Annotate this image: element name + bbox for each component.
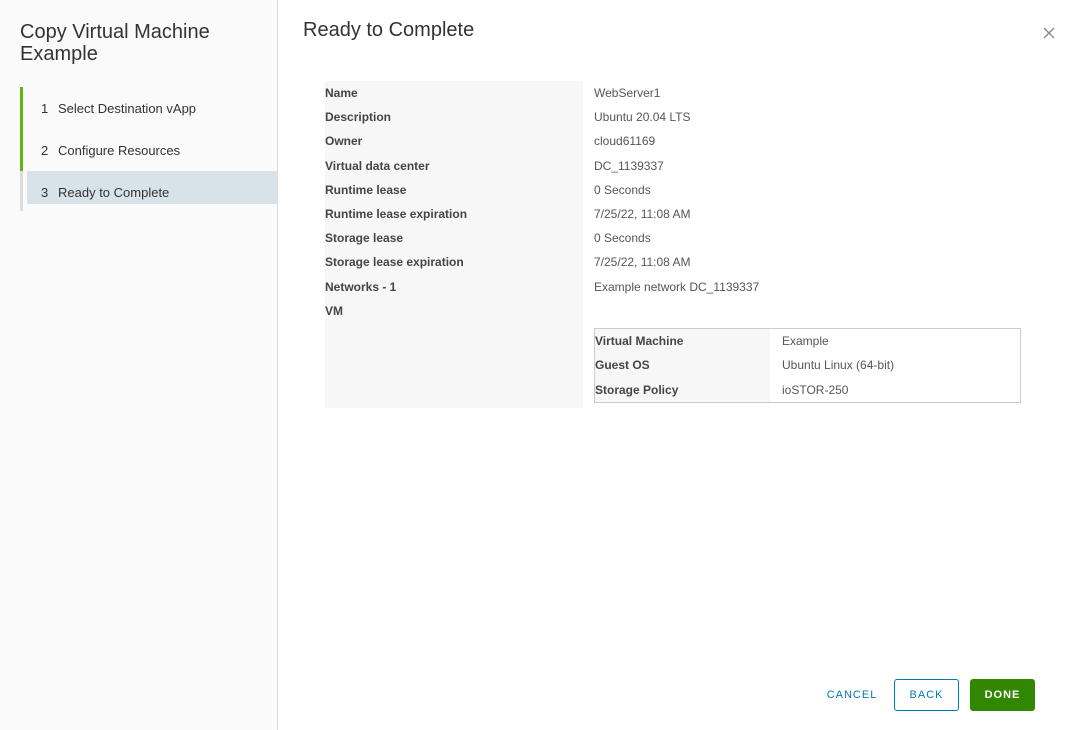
summary-value: cloud61169 [594,134,656,149]
summary-value: Ubuntu 20.04 LTS [594,110,691,125]
step-label: Configure Resources [58,142,181,158]
summary-key: VM [325,303,343,318]
summary-row-description: Description Ubuntu 20.04 LTS [325,105,1025,129]
vm-value: ioSTOR-250 [782,382,849,397]
vm-key: Storage Policy [595,382,679,397]
summary-value: 7/25/22, 11:08 AM [594,255,691,270]
step-progress-bar [20,171,23,211]
vm-row-guest-os: Guest OS Ubuntu Linux (64-bit) [595,353,1020,377]
summary-row-name: Name WebServer1 [325,81,1025,105]
vm-key: Guest OS [595,358,650,373]
summary-row-runtime-lease: Runtime lease 0 Seconds [325,178,1025,202]
close-icon[interactable] [1040,24,1058,42]
vm-key: Virtual Machine [595,334,684,349]
summary-row-runtime-lease-expiration: Runtime lease expiration 7/25/22, 11:08 … [325,202,1025,226]
step-label: Ready to Complete [58,184,170,200]
summary-key: Networks - 1 [325,279,397,294]
wizard-steps: 1 Select Destination vApp 2 Configure Re… [20,87,278,213]
step-configure-resources[interactable]: 2 Configure Resources [20,129,278,171]
summary-key: Storage lease expiration [325,255,464,270]
done-button[interactable]: DONE [970,679,1035,711]
summary-key: Name [325,86,358,101]
page-title: Ready to Complete [303,19,475,41]
back-button[interactable]: BACK [894,679,959,711]
summary-value: DC_1139337 [594,158,664,173]
summary-key: Runtime lease expiration [325,207,468,222]
summary-value: 0 Seconds [594,231,651,246]
step-label: Select Destination vApp [58,100,197,116]
summary-value: 0 Seconds [594,182,651,197]
vm-details-box: Virtual Machine Example Guest OS Ubuntu … [594,328,1021,403]
wizard-title: Copy Virtual Machine Example [20,21,210,65]
summary-row-storage-lease-expiration: Storage lease expiration 7/25/22, 11:08 … [325,250,1025,274]
step-number: 2 [41,142,49,158]
summary-key: Description [325,110,392,125]
summary-key: Owner [325,134,363,149]
summary-row-owner: Owner cloud61169 [325,129,1025,153]
summary-row-networks: Networks - 1 Example network DC_1139337 [325,275,1025,299]
step-progress-bar [20,87,23,129]
step-number: 1 [41,100,49,116]
summary-key: Runtime lease [325,182,407,197]
summary-key: Virtual data center [325,158,430,173]
step-number: 3 [41,184,49,200]
wizard-sidebar: Copy Virtual Machine Example 1 Select De… [0,0,278,730]
summary-key: Storage lease [325,231,404,246]
vm-row-virtual-machine: Virtual Machine Example [595,329,1020,353]
summary-value: WebServer1 [594,86,661,101]
summary-row-vm: VM [325,299,1025,323]
vm-row-storage-policy: Storage Policy ioSTOR-250 [595,378,1020,402]
vm-value: Ubuntu Linux (64-bit) [782,358,895,373]
step-progress-bar [20,129,23,171]
summary-value: Example network DC_1139337 [594,279,760,294]
summary-row-storage-lease: Storage lease 0 Seconds [325,226,1025,250]
step-select-destination-vapp[interactable]: 1 Select Destination vApp [20,87,278,129]
summary-value: 7/25/22, 11:08 AM [594,207,691,222]
summary-table: Name WebServer1 Description Ubuntu 20.04… [325,81,1025,408]
wizard-main-panel: Ready to Complete Name WebServer1 Descri… [279,0,1076,730]
step-ready-to-complete[interactable]: 3 Ready to Complete [20,171,278,213]
summary-row-virtual-data-center: Virtual data center DC_1139337 [325,154,1025,178]
vm-value: Example [782,334,829,349]
cancel-button[interactable]: CANCEL [821,679,883,711]
